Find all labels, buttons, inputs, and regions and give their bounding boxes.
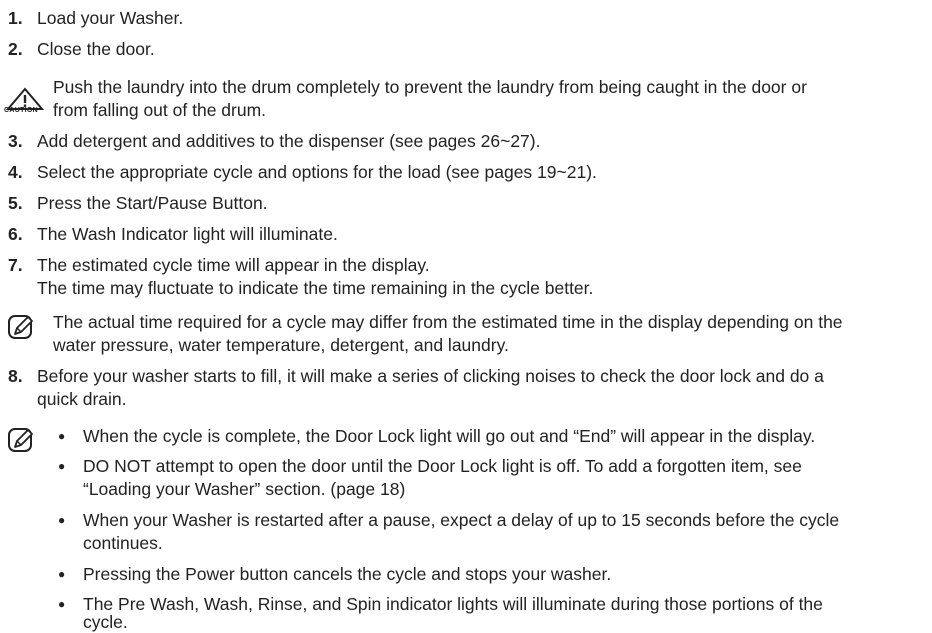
bullet-text: Pressing the Power button cancels the cy… xyxy=(83,564,612,584)
bullet-text: When your Washer is restarted after a pa… xyxy=(83,510,840,530)
step-text: Press the Start/Pause Button. xyxy=(37,193,268,213)
bullet-text-line-2: “Loading your Washer” section. (page 18) xyxy=(83,479,406,499)
step-number: 8. xyxy=(8,366,23,386)
bullet-icon: ● xyxy=(58,513,66,527)
bullet-text: The Pre Wash, Wash, Rinse, and Spin indi… xyxy=(83,594,823,614)
note-text-line-1: The actual time required for a cycle may… xyxy=(53,312,843,332)
step-text: Add detergent and additives to the dispe… xyxy=(37,131,541,151)
step-text: Close the door. xyxy=(37,39,155,59)
step-number: 1. xyxy=(8,8,23,28)
caution-label: CAUTION xyxy=(4,107,38,114)
bullet-icon: ● xyxy=(58,567,66,581)
caution-icon xyxy=(5,87,45,110)
step-7-text-line-2: The time may fluctuate to indicate the t… xyxy=(37,278,594,298)
bullet-text: When the cycle is complete, the Door Loc… xyxy=(83,426,816,446)
step-number: 2. xyxy=(8,39,23,59)
step-text: Select the appropriate cycle and options… xyxy=(37,162,597,182)
note-text-line-2: water pressure, water temperature, deter… xyxy=(53,335,509,355)
step-8-text-line-2: quick drain. xyxy=(37,389,127,409)
step-text: The estimated cycle time will appear in … xyxy=(37,255,430,275)
bullet-icon: ● xyxy=(58,459,66,473)
step-text: Before your washer starts to fill, it wi… xyxy=(37,366,824,386)
caution-text-line-2: from falling out of the drum. xyxy=(53,100,267,120)
step-number: 3. xyxy=(8,131,23,151)
step-number: 6. xyxy=(8,224,23,244)
step-number: 4. xyxy=(8,162,23,182)
bullet-icon: ● xyxy=(58,597,66,611)
bullet-icon: ● xyxy=(58,429,66,443)
step-text: Load your Washer. xyxy=(37,8,184,28)
bullet-text-line-2: cycle. xyxy=(83,612,128,632)
bullet-text-line-2: continues. xyxy=(83,533,163,553)
caution-text-line-1: Push the laundry into the drum completel… xyxy=(53,77,807,97)
note-icon xyxy=(8,315,33,339)
step-number: 7. xyxy=(8,255,23,275)
bullet-text: DO NOT attempt to open the door until th… xyxy=(83,456,802,476)
step-text: The Wash Indicator light will illuminate… xyxy=(37,224,338,244)
step-number: 5. xyxy=(8,193,23,213)
note-icon xyxy=(8,428,33,452)
